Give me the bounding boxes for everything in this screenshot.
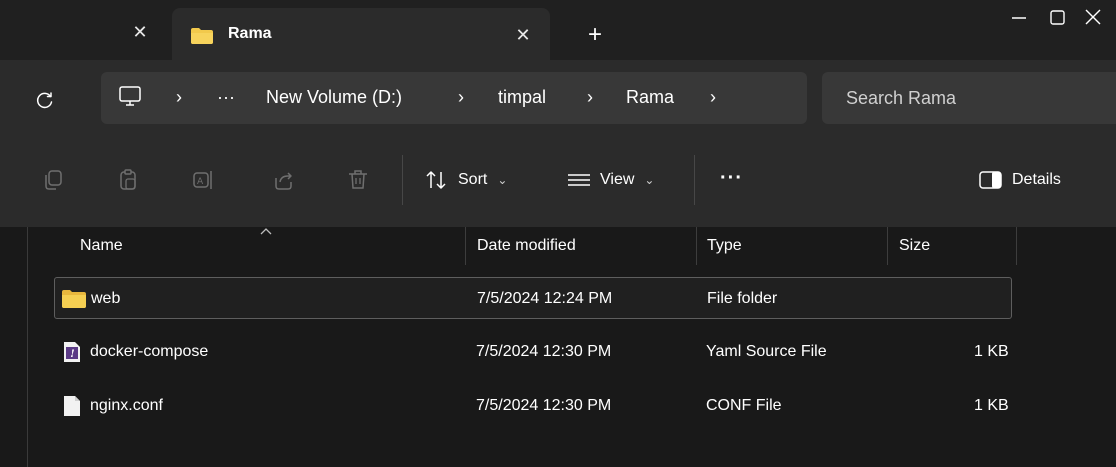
sort-icon	[426, 171, 446, 189]
file-type: Yaml Source File	[706, 343, 827, 360]
file-name: nginx.conf	[90, 397, 163, 414]
column-label: Name	[80, 237, 123, 254]
column-header-name[interactable]: Name	[54, 227, 464, 265]
details-button[interactable]: Details	[978, 167, 1061, 193]
column-header-type[interactable]: Type	[697, 227, 887, 265]
chevron-down-icon: ⌄	[644, 173, 655, 187]
pane-divider	[27, 227, 28, 467]
address-bar: › ··· New Volume (D:) › timpal › Rama ›	[0, 60, 1116, 137]
command-bar: A Sort ⌄ View ⌄ ··· Details	[0, 137, 1116, 228]
column-label: Type	[707, 237, 742, 254]
file-date: 7/5/2024 12:24 PM	[477, 290, 613, 307]
breadcrumb[interactable]: › ··· New Volume (D:) › timpal › Rama ›	[101, 72, 807, 124]
close-icon	[1085, 9, 1101, 25]
rename-icon[interactable]: A	[190, 167, 216, 193]
svg-text:A: A	[197, 177, 204, 187]
column-separator[interactable]	[1016, 227, 1017, 265]
copy-icon[interactable]	[40, 167, 66, 193]
file-date: 7/5/2024 12:30 PM	[476, 343, 612, 360]
search-input[interactable]	[844, 84, 1108, 112]
file-list: Name Date modified Type Size web 7/5/202…	[0, 227, 1116, 467]
sort-label: Sort	[458, 171, 488, 188]
breadcrumb-separator[interactable]: ›	[458, 87, 464, 108]
view-icon	[568, 174, 590, 186]
column-label: Size	[899, 237, 931, 254]
details-pane-icon	[979, 171, 1002, 189]
view-button[interactable]: View ⌄	[566, 167, 654, 193]
yaml-file-icon: !	[63, 341, 81, 367]
tab-title: Rama	[228, 25, 272, 42]
file-type: CONF File	[706, 397, 782, 414]
more-options-button[interactable]: ···	[720, 167, 743, 190]
file-type: File folder	[707, 290, 778, 307]
delete-icon[interactable]	[345, 167, 371, 193]
details-label: Details	[1012, 171, 1061, 188]
paste-icon[interactable]	[115, 167, 141, 193]
refresh-button[interactable]	[30, 85, 60, 115]
file-date: 7/5/2024 12:30 PM	[476, 397, 612, 414]
toolbar-divider	[694, 155, 695, 205]
table-row[interactable]: nginx.conf 7/5/2024 12:30 PM CONF File 1…	[54, 385, 1012, 427]
search-box[interactable]	[822, 72, 1116, 124]
file-name: docker-compose	[90, 343, 209, 360]
breadcrumb-separator[interactable]: ›	[587, 87, 593, 108]
sort-ascending-icon	[259, 225, 273, 239]
breadcrumb-new-volume[interactable]: New Volume (D:)	[266, 87, 402, 108]
breadcrumb-separator[interactable]: ›	[176, 87, 182, 108]
breadcrumb-overflow[interactable]: ···	[217, 87, 235, 108]
tab-rama[interactable]: Rama ✕	[172, 8, 550, 60]
svg-text:!: !	[70, 349, 74, 360]
folder-icon	[190, 27, 214, 49]
computer-icon[interactable]	[117, 84, 143, 114]
column-label: Date modified	[477, 237, 576, 254]
file-size: 1 KB	[974, 397, 1009, 414]
file-name: web	[91, 290, 121, 307]
table-row[interactable]: web 7/5/2024 12:24 PM File folder	[54, 277, 1012, 319]
previous-tab-close-button[interactable]: ✕	[128, 20, 152, 44]
refresh-icon	[36, 92, 53, 109]
maximize-button[interactable]	[1040, 0, 1076, 36]
window-close-button[interactable]	[1075, 0, 1111, 36]
file-size: 1 KB	[974, 343, 1009, 360]
breadcrumb-timpal[interactable]: timpal	[498, 87, 546, 108]
toolbar-divider	[402, 155, 403, 205]
file-icon	[63, 395, 81, 421]
tab-close-button[interactable]: ✕	[510, 22, 536, 48]
table-row[interactable]: ! docker-compose 7/5/2024 12:30 PM Yaml …	[54, 331, 1012, 373]
column-header-date[interactable]: Date modified	[466, 227, 696, 265]
breadcrumb-separator[interactable]: ›	[710, 87, 716, 108]
new-tab-button[interactable]: +	[582, 21, 608, 48]
view-label: View	[600, 171, 635, 188]
chevron-down-icon: ⌄	[497, 173, 508, 187]
minimize-button[interactable]	[1000, 0, 1036, 36]
share-icon[interactable]	[270, 167, 296, 193]
column-header-size[interactable]: Size	[888, 227, 1016, 265]
folder-icon	[61, 289, 87, 313]
minimize-icon	[1012, 17, 1026, 19]
title-bar: ✕ Rama ✕ +	[0, 0, 1116, 60]
sort-button[interactable]: Sort ⌄	[424, 167, 507, 193]
maximize-icon	[1050, 10, 1065, 25]
breadcrumb-rama[interactable]: Rama	[626, 87, 674, 108]
